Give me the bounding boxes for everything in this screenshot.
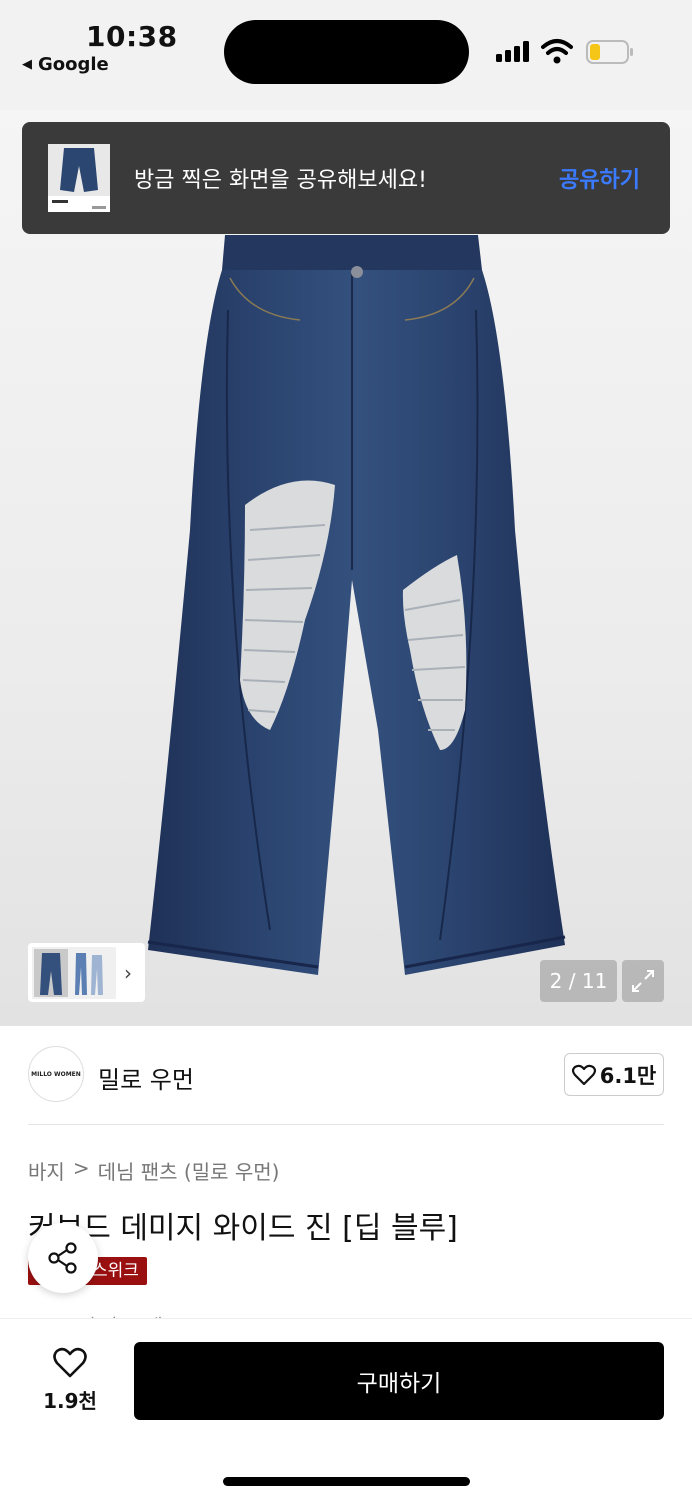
share-button[interactable]	[28, 1223, 98, 1293]
back-arrow-icon: ◀	[22, 57, 32, 72]
back-app-label: Google	[38, 54, 109, 75]
expand-button[interactable]	[622, 960, 664, 1002]
back-to-app-button[interactable]: ◀ Google	[22, 54, 109, 75]
toast-message: 방금 찍은 화면을 공유해보세요!	[134, 168, 427, 193]
brand-like-count: 6.1만	[599, 1063, 657, 1088]
cellular-signal-icon	[496, 40, 529, 62]
thumbnail-strip-button[interactable]: ›	[28, 943, 145, 1002]
wishlist-count: 1.9천	[43, 1389, 97, 1413]
breadcrumb: 바지 > 데님 팬츠 (밀로 우먼)	[28, 1156, 279, 1185]
battery-icon	[586, 40, 633, 64]
home-indicator	[223, 1477, 470, 1486]
heart-outline-icon	[53, 1347, 87, 1378]
wishlist-button[interactable]: 1.9천	[40, 1347, 100, 1414]
image-counter: 2 / 11	[540, 960, 617, 1002]
toast-share-button[interactable]: 공유하기	[559, 162, 640, 194]
breadcrumb-item[interactable]: 데님 팬츠 (밀로 우먼)	[98, 1156, 280, 1185]
brand-logo[interactable]: MILLO WOMEN	[28, 1046, 84, 1102]
status-time: 10:38	[86, 20, 178, 53]
thumbnail-preview	[32, 946, 116, 999]
wifi-icon	[541, 39, 573, 64]
divider	[28, 1124, 664, 1125]
buy-button[interactable]: 구매하기	[134, 1342, 664, 1420]
breadcrumb-separator: >	[72, 1156, 90, 1180]
bottom-action-bar: 1.9천 구매하기	[0, 1318, 692, 1500]
product-image	[147, 235, 566, 975]
expand-icon	[632, 970, 654, 992]
share-screenshot-toast: 방금 찍은 화면을 공유해보세요! 공유하기	[22, 122, 670, 234]
screenshot-thumbnail[interactable]	[48, 144, 110, 212]
status-bar: 10:38 ◀ Google	[0, 0, 692, 110]
brand-name-link[interactable]: 밀로 우먼	[98, 1060, 194, 1095]
product-image-gallery[interactable]	[0, 110, 692, 1026]
dynamic-island	[224, 20, 469, 84]
share-icon	[48, 1242, 77, 1274]
brand-like-button[interactable]: 6.1만	[564, 1053, 664, 1096]
brand-row: MILLO WOMEN 밀로 우먼 6.1만	[28, 1046, 664, 1104]
chevron-right-icon: ›	[124, 960, 132, 985]
heart-icon	[571, 1064, 596, 1085]
breadcrumb-item[interactable]: 바지	[28, 1156, 65, 1185]
